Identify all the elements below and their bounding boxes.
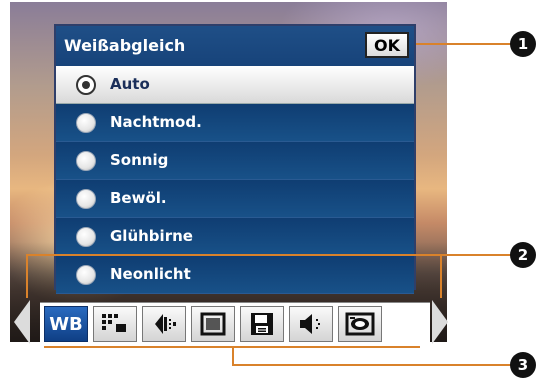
option-nachtmod[interactable]: Nachtmod. [56,104,414,142]
radio-icon[interactable] [76,151,96,171]
frame-icon [200,312,226,336]
option-auto[interactable]: Auto [56,66,414,104]
wb-button[interactable]: WB [44,306,88,342]
callout-line-2-left [26,254,28,298]
scroll-left-arrow-icon[interactable] [14,300,30,344]
camera-button[interactable] [338,306,382,342]
option-label: Glühbirne [110,227,193,245]
camera-icon [345,312,375,336]
option-label: Nachtmod. [110,113,202,131]
option-sonnig[interactable]: Sonnig [56,142,414,180]
option-label: Neonlicht [110,265,191,283]
option-bewoel[interactable]: Bewöl. [56,180,414,218]
save-icon [251,313,273,335]
callout-number-1: 1 [510,31,536,57]
radio-selected-icon[interactable] [76,75,96,95]
option-neonlicht[interactable]: Neonlicht [56,256,414,294]
callout-number-2: 2 [510,242,536,268]
option-label: Auto [110,75,150,93]
option-label: Sonnig [110,151,169,169]
wb-label: WB [49,313,83,335]
scroll-right-arrow-icon[interactable] [432,300,448,344]
white-balance-dialog: Weißabgleich OK Auto Nachtmod. Sonnig Be… [54,24,416,294]
callout-line-2-right [440,254,442,298]
sound-icon [300,314,320,334]
option-label: Bewöl. [110,189,167,207]
callout-line-3 [232,364,516,366]
grid-button[interactable] [93,306,137,342]
dialog-title: Weißabgleich [64,36,186,55]
radio-icon[interactable] [76,265,96,285]
callout-line-3-stem [232,346,234,366]
radio-icon[interactable] [76,227,96,247]
sound-button[interactable] [289,306,333,342]
exposure-icon [155,314,176,334]
frame-button[interactable] [191,306,235,342]
callout-line-1 [416,43,516,45]
grid-icon [102,314,126,332]
callout-line-2 [26,254,516,256]
save-button[interactable] [240,306,284,342]
callout-number-3: 3 [510,352,536,378]
dialog-header: Weißabgleich OK [56,26,414,68]
white-balance-options: Auto Nachtmod. Sonnig Bewöl. Glühbirne N… [56,66,414,294]
radio-icon[interactable] [76,113,96,133]
exposure-button[interactable] [142,306,186,342]
option-gluehbirne[interactable]: Glühbirne [56,218,414,256]
ok-button[interactable]: OK [365,32,409,58]
radio-icon[interactable] [76,189,96,209]
camera-settings-toolbar: WB [40,302,430,347]
